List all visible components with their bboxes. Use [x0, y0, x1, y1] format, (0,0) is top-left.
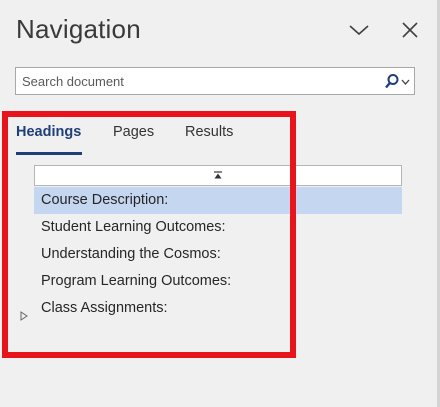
- heading-item-class-assignments[interactable]: Class Assignments:: [20, 295, 402, 322]
- collapse-all-icon: [214, 171, 222, 179]
- heading-item-program-learning-outcomes[interactable]: Program Learning Outcomes:: [34, 268, 402, 295]
- navigation-pane: Navigation Headings Pages Resu: [0, 0, 437, 407]
- tab-headings-label: Headings: [16, 124, 82, 140]
- heading-label: Understanding the Cosmos:: [41, 246, 221, 262]
- tab-headings[interactable]: Headings: [16, 124, 81, 148]
- collapse-all-button[interactable]: [34, 165, 402, 186]
- search-box: [15, 67, 415, 95]
- tab-results-label: Results: [185, 124, 234, 140]
- heading-item-understanding-the-cosmos[interactable]: Understanding the Cosmos:: [34, 241, 402, 268]
- heading-label: Program Learning Outcomes:: [41, 273, 232, 289]
- heading-label: Class Assignments:: [41, 300, 168, 316]
- expand-heading-toggle[interactable]: [20, 304, 28, 321]
- pane-options-button[interactable]: [347, 18, 371, 42]
- search-options-button[interactable]: [385, 72, 413, 92]
- chevron-down-icon: [349, 25, 369, 36]
- active-tab-indicator: [16, 152, 82, 155]
- heading-label: Course Description:: [41, 192, 169, 208]
- close-pane-button[interactable]: [398, 18, 422, 42]
- search-icon: [385, 74, 410, 89]
- heading-item-student-learning-outcomes[interactable]: Student Learning Outcomes:: [34, 214, 402, 241]
- heading-label: Student Learning Outcomes:: [41, 219, 226, 235]
- pane-title: Navigation: [16, 14, 141, 44]
- tab-pages[interactable]: Pages: [113, 124, 154, 148]
- search-input[interactable]: [22, 68, 372, 94]
- tab-results[interactable]: Results: [185, 124, 233, 148]
- close-icon: [402, 22, 418, 38]
- triangle-right-icon: [20, 311, 28, 321]
- headings-list: Course Description: Student Learning Out…: [20, 187, 402, 322]
- heading-item-course-description[interactable]: Course Description:: [34, 187, 402, 214]
- tab-pages-label: Pages: [113, 124, 155, 140]
